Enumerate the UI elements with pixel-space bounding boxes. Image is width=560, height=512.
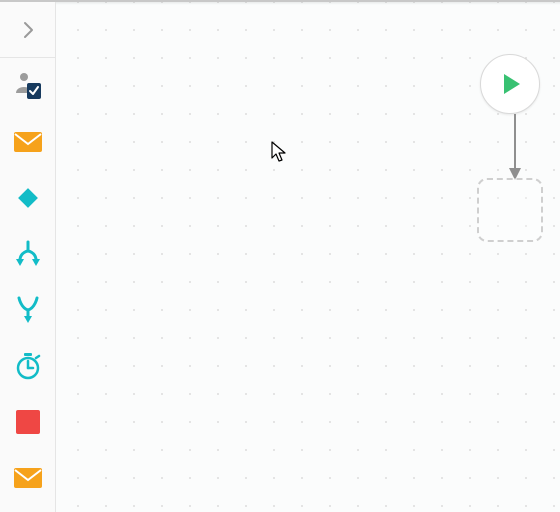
decision-diamond-icon [13, 183, 43, 213]
play-icon [496, 70, 524, 98]
tool-approval[interactable] [12, 70, 44, 102]
stop-square-icon [15, 409, 41, 435]
email-icon [13, 131, 43, 153]
tool-merge[interactable] [12, 294, 44, 326]
tool-stop[interactable] [12, 406, 44, 438]
cursor-icon [271, 141, 287, 163]
tool-email[interactable] [12, 126, 44, 158]
workflow-canvas[interactable] [56, 2, 560, 512]
approval-icon [13, 71, 43, 101]
tool-split[interactable] [12, 238, 44, 270]
tool-decision[interactable] [12, 182, 44, 214]
tool-timer[interactable] [12, 350, 44, 382]
canvas-top-shadow [56, 2, 560, 5]
email-icon [13, 467, 43, 489]
connector-arrow [509, 114, 521, 180]
tool-sidebar [0, 2, 56, 512]
timer-icon [13, 351, 43, 381]
tool-email-2[interactable] [12, 462, 44, 494]
tool-list [12, 58, 44, 494]
placeholder-drop-node[interactable] [477, 178, 543, 242]
sidebar-expand-button[interactable] [0, 2, 56, 58]
merge-join-icon [13, 295, 43, 325]
split-down-icon [13, 239, 43, 269]
start-node[interactable] [480, 54, 540, 114]
chevron-right-icon [21, 20, 35, 40]
